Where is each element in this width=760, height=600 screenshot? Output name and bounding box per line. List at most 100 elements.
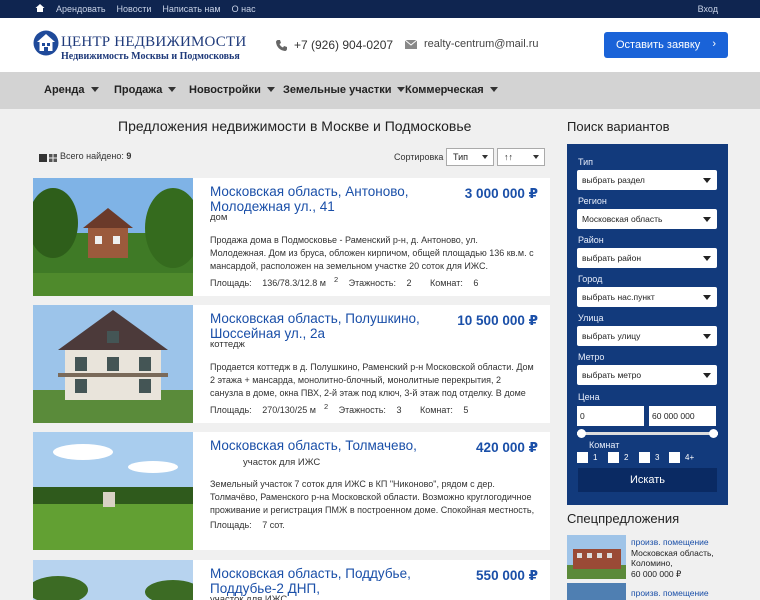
listing-photo[interactable] [33,432,193,550]
listing-type: участок для ИЖС [210,594,288,600]
listing-price: 3 000 000 ₽ [464,186,538,201]
type-select[interactable]: выбрать раздел [577,170,717,190]
city-select[interactable]: выбрать нас.пункт [577,287,717,307]
listing-meta: Площадь: 7 сот. [210,520,301,530]
menu-item-rent[interactable]: Аренда [44,84,99,96]
listing-description: Земельный участок 7 соток для ИЖС в КП "… [210,479,535,515]
home-icon[interactable] [35,3,45,13]
top-bar: Арендовать Новости Написать нам О нас Вх… [0,0,760,18]
special-offer-photo[interactable] [567,583,626,600]
listing-title[interactable]: Московская область, Поддубье, Поддубье-2… [210,566,430,596]
caret-down-icon [168,87,177,92]
district-label: Район [578,235,604,245]
menu-item-label: Аренда [44,84,85,96]
price-slider-min-handle[interactable] [577,429,586,438]
price-min-input[interactable]: 0 [577,406,644,426]
floors-value: 3 [396,405,402,415]
phone-number[interactable]: +7 (926) 904-0207 [294,38,393,52]
rooms-option-label: 2 [624,453,629,462]
logo-house-icon[interactable] [33,30,59,56]
top-nav-about[interactable]: О нас [232,4,256,14]
price-slider[interactable] [577,429,718,438]
top-nav-rent[interactable]: Арендовать [56,4,106,14]
type-label: Тип [578,157,594,167]
leave-request-button[interactable]: Оставить заявку › [604,32,728,58]
sort-order-select[interactable]: ↑↑ [497,148,545,166]
top-nav-contact[interactable]: Написать нам [162,4,220,14]
special-offer-photo[interactable] [567,535,626,579]
metro-select[interactable]: выбрать метро [577,365,717,385]
logo-title[interactable]: ЦЕНТР НЕДВИЖИМОСТИ [61,34,246,51]
search-button[interactable]: Искать [578,468,717,492]
special-offer-type[interactable]: произв. помещение [631,588,709,598]
listing-floors: Этажность: 3 [339,405,410,415]
results-toolbar: Всего найдено: 9 Сортировка Тип ↑↑ [33,147,550,169]
login-link[interactable]: Вход [698,4,718,14]
rooms-label: Комнат [589,440,620,450]
listing-meta: Площадь: 136/78.3/12.8 м 2 Этажность: 2 К… [210,275,494,288]
area-value: 136/78.3/12.8 м [262,278,326,288]
street-select[interactable]: выбрать улицу [577,326,717,346]
rooms-checkbox-4plus[interactable] [669,452,680,463]
logo-subtitle: Недвижимость Москвы и Подмосковья [61,51,240,62]
caret-down-icon [489,87,498,92]
listing-card[interactable]: Московская область, Полушкино, Шоссейная… [33,305,550,423]
special-offer-item[interactable]: произв. помещение [567,583,728,600]
district-select[interactable]: выбрать район [577,248,717,268]
listing-photo[interactable] [33,178,193,296]
chevron-down-icon [703,256,711,261]
rooms-value: 6 [473,278,479,288]
listing-area: Площадь: 270/130/25 м 2 [210,402,328,415]
search-form: Тип выбрать раздел Регион Московская обл… [567,144,728,505]
results-count: Всего найдено: 9 [60,151,131,161]
view-toggle-icons[interactable] [39,154,57,162]
menu-item-land[interactable]: Земельные участки [283,84,406,96]
listing-title[interactable]: Московская область, Толмачево, [210,438,430,453]
listing-price: 10 500 000 ₽ [457,313,538,328]
special-offer-type[interactable]: произв. помещение [631,537,709,547]
listing-rooms: Комнат: 5 [420,405,476,415]
district-select-value: выбрать район [582,253,642,263]
sort-order-value: ↑↑ [504,152,513,162]
chevron-down-icon [482,155,488,159]
listing-rooms: Комнат: 6 [430,278,486,288]
price-slider-max-handle[interactable] [709,429,718,438]
phone-icon [276,40,287,51]
metro-select-value: выбрать метро [582,370,642,380]
street-label: Улица [578,313,604,323]
menu-item-commercial[interactable]: Коммерческая [405,84,498,96]
listing-title[interactable]: Московская область, Антоново, Молодежная… [210,184,430,214]
rooms-checkbox-1[interactable] [577,452,588,463]
rooms-option-label: 3 [655,453,660,462]
main-menu: Аренда Продажа Новостройки Земельные уча… [0,72,760,109]
rooms-checkbox-3[interactable] [639,452,650,463]
city-select-value: выбрать нас.пункт [582,292,655,302]
rooms-option-label: 4+ [685,453,695,462]
sort-field-select[interactable]: Тип [446,148,494,166]
leave-request-label: Оставить заявку [616,39,701,51]
menu-item-sale[interactable]: Продажа [114,84,177,96]
listing-type: участок для ИЖС [243,457,321,468]
listing-title[interactable]: Московская область, Полушкино, Шоссейная… [210,311,430,341]
chevron-down-icon [533,155,539,159]
email-address[interactable]: realty-centrum@mail.ru [424,38,538,50]
listing-photo[interactable] [33,305,193,423]
listing-card[interactable]: Московская область, Поддубье, Поддубье-2… [33,560,550,600]
price-max-input[interactable]: 60 000 000 [649,406,716,426]
chevron-down-icon [703,178,711,183]
listing-photo[interactable] [33,560,193,600]
area-value: 7 сот. [262,520,285,530]
special-offer-item[interactable]: произв. помещение Московская область, Ко… [567,535,728,581]
listing-card[interactable]: Московская область, Антоново, Молодежная… [33,178,550,296]
listing-card[interactable]: Московская область, Толмачево, 420 000 ₽… [33,432,550,550]
rooms-option-label: 1 [593,453,598,462]
chevron-down-icon [703,373,711,378]
results-count-label: Всего найдено: [60,151,124,161]
top-nav-news[interactable]: Новости [117,4,152,14]
rooms-checkbox-2[interactable] [608,452,619,463]
region-select[interactable]: Московская область [577,209,717,229]
listing-type: дом [210,212,228,223]
area-unit-sup: 2 [333,275,339,284]
menu-item-new-buildings[interactable]: Новостройки [189,84,275,96]
listing-area: Площадь: 7 сот. [210,520,293,530]
